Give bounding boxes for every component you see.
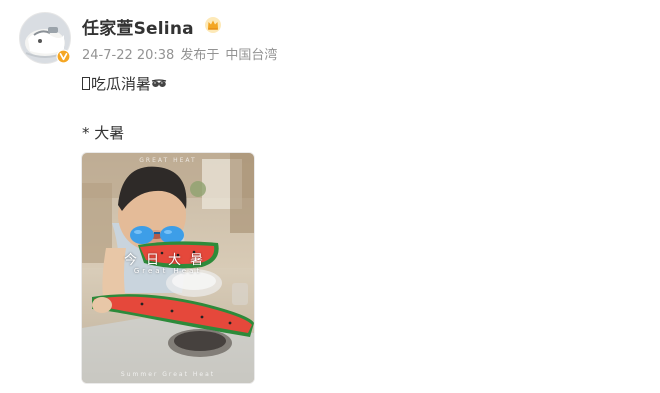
sunglasses-emoji-icon: [151, 79, 167, 87]
post-text: 吃瓜消暑: [91, 75, 152, 93]
verified-badge-icon: [56, 49, 71, 64]
post-photo[interactable]: GREAT HEAT 今日大暑 Great Heat Summer Great …: [81, 152, 255, 384]
author-name[interactable]: 任家萱Selina: [82, 14, 194, 39]
missing-glyph-icon: [82, 77, 90, 90]
photo-overlay-subtitle: Great Heat: [133, 267, 203, 275]
photo-overlay-bottom: Summer Great Heat: [120, 371, 216, 378]
weibo-post: 任家萱Selina 24-7-22 20:38 发布于 中国台湾 吃瓜消暑 * 大暑: [0, 0, 660, 393]
avatar-container[interactable]: [19, 12, 71, 64]
photo-overlay-top: GREAT HEAT: [139, 157, 197, 164]
post-meta: 24-7-22 20:38 发布于 中国台湾: [82, 44, 277, 63]
post-text-line2: * 大暑: [82, 124, 125, 142]
post-source: 发布于: [180, 48, 220, 63]
post-timestamp[interactable]: 24-7-22 20:38: [82, 48, 174, 63]
photo-overlay-title: 今日大暑: [123, 253, 212, 268]
post-location: 中国台湾: [225, 48, 278, 63]
post-text-line1: 吃瓜消暑: [82, 73, 167, 94]
crown-icon[interactable]: [204, 16, 222, 34]
